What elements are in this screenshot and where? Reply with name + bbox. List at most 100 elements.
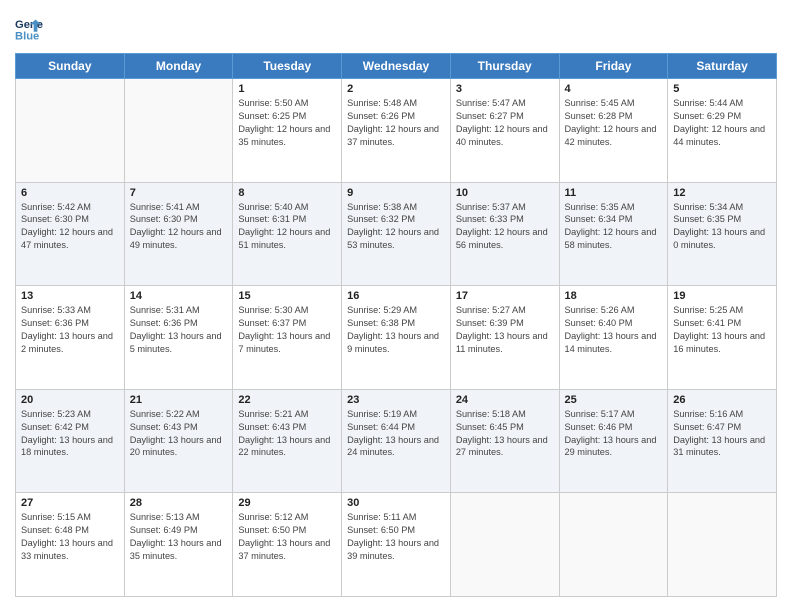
day-number: 2	[347, 83, 445, 95]
week-row-3: 13Sunrise: 5:33 AM Sunset: 6:36 PM Dayli…	[16, 286, 777, 390]
day-number: 27	[21, 497, 119, 509]
calendar-cell: 28 Sunrise: 5:13 AM Sunset: 6:49 PM Dayli…	[124, 493, 233, 597]
calendar-cell: 23 Sunrise: 5:19 AM Sunset: 6:44 PM Dayli…	[342, 389, 451, 493]
calendar-cell: 30 Sunrise: 5:11 AM Sunset: 6:50 PM Dayli…	[342, 493, 451, 597]
day-info: Sunrise: 5:11 AM Sunset: 6:50 PM Dayligh…	[347, 511, 445, 563]
day-number: 30	[347, 497, 445, 509]
header: General Blue	[15, 15, 777, 43]
calendar-cell: 10Sunrise: 5:37 AM Sunset: 6:33 PM Dayli…	[450, 182, 559, 286]
day-info: Sunrise: 5:35 AM Sunset: 6:34 PM Dayligh…	[565, 201, 663, 253]
day-header-saturday: Saturday	[668, 54, 777, 79]
calendar-cell: 16 Sunrise: 5:29 AM Sunset: 6:38 PM Dayli…	[342, 286, 451, 390]
calendar-cell: 29 Sunrise: 5:12 AM Sunset: 6:50 PM Dayli…	[233, 493, 342, 597]
day-info: Sunrise: 5:23 AM Sunset: 6:42 PM Dayligh…	[21, 408, 119, 460]
calendar-cell: 9 Sunrise: 5:38 AM Sunset: 6:32 PM Daylig…	[342, 182, 451, 286]
calendar-cell: 4 Sunrise: 5:45 AM Sunset: 6:28 PM Daylig…	[559, 79, 668, 183]
day-number: 22	[238, 394, 336, 406]
day-info: Sunrise: 5:30 AM Sunset: 6:37 PM Dayligh…	[238, 304, 336, 356]
calendar-cell: 18 Sunrise: 5:26 AM Sunset: 6:40 PM Dayli…	[559, 286, 668, 390]
calendar-cell	[450, 493, 559, 597]
day-number: 12	[673, 187, 771, 199]
week-row-5: 27 Sunrise: 5:15 AM Sunset: 6:48 PM Dayli…	[16, 493, 777, 597]
week-row-1: 1 Sunrise: 5:50 AM Sunset: 6:25 PM Daylig…	[16, 79, 777, 183]
logo: General Blue	[15, 15, 43, 43]
day-number: 8	[238, 187, 336, 199]
week-row-4: 20 Sunrise: 5:23 AM Sunset: 6:42 PM Dayli…	[16, 389, 777, 493]
page: General Blue SundayMondayTuesdayWednesda…	[0, 0, 792, 612]
day-number: 4	[565, 83, 663, 95]
day-info: Sunrise: 5:38 AM Sunset: 6:32 PM Dayligh…	[347, 201, 445, 253]
day-info: Sunrise: 5:34 AM Sunset: 6:35 PM Dayligh…	[673, 201, 771, 253]
day-number: 14	[130, 290, 228, 302]
calendar-cell: 20 Sunrise: 5:23 AM Sunset: 6:42 PM Dayli…	[16, 389, 125, 493]
calendar-cell	[16, 79, 125, 183]
day-info: Sunrise: 5:18 AM Sunset: 6:45 PM Dayligh…	[456, 408, 554, 460]
calendar-cell: 2 Sunrise: 5:48 AM Sunset: 6:26 PM Daylig…	[342, 79, 451, 183]
day-info: Sunrise: 5:17 AM Sunset: 6:46 PM Dayligh…	[565, 408, 663, 460]
day-number: 11	[565, 187, 663, 199]
day-number: 17	[456, 290, 554, 302]
calendar-cell: 8 Sunrise: 5:40 AM Sunset: 6:31 PM Daylig…	[233, 182, 342, 286]
calendar-cell: 25 Sunrise: 5:17 AM Sunset: 6:46 PM Dayli…	[559, 389, 668, 493]
svg-text:Blue: Blue	[15, 30, 39, 42]
day-number: 23	[347, 394, 445, 406]
calendar-cell: 13Sunrise: 5:33 AM Sunset: 6:36 PM Dayli…	[16, 286, 125, 390]
day-number: 26	[673, 394, 771, 406]
day-number: 6	[21, 187, 119, 199]
day-number: 15	[238, 290, 336, 302]
day-header-thursday: Thursday	[450, 54, 559, 79]
calendar-cell	[559, 493, 668, 597]
day-number: 13	[21, 290, 119, 302]
day-number: 1	[238, 83, 336, 95]
calendar-cell: 26Sunrise: 5:16 AM Sunset: 6:47 PM Dayli…	[668, 389, 777, 493]
calendar-cell: 27 Sunrise: 5:15 AM Sunset: 6:48 PM Dayli…	[16, 493, 125, 597]
day-info: Sunrise: 5:22 AM Sunset: 6:43 PM Dayligh…	[130, 408, 228, 460]
day-info: Sunrise: 5:25 AM Sunset: 6:41 PM Dayligh…	[673, 304, 771, 356]
day-info: Sunrise: 5:44 AM Sunset: 6:29 PM Dayligh…	[673, 97, 771, 149]
calendar-cell: 12 Sunrise: 5:34 AM Sunset: 6:35 PM Dayli…	[668, 182, 777, 286]
day-number: 29	[238, 497, 336, 509]
day-number: 28	[130, 497, 228, 509]
calendar-table: SundayMondayTuesdayWednesdayThursdayFrid…	[15, 53, 777, 597]
day-number: 20	[21, 394, 119, 406]
day-info: Sunrise: 5:50 AM Sunset: 6:25 PM Dayligh…	[238, 97, 336, 149]
day-info: Sunrise: 5:15 AM Sunset: 6:48 PM Dayligh…	[21, 511, 119, 563]
day-info: Sunrise: 5:26 AM Sunset: 6:40 PM Dayligh…	[565, 304, 663, 356]
calendar-cell: 3 Sunrise: 5:47 AM Sunset: 6:27 PM Daylig…	[450, 79, 559, 183]
day-info: Sunrise: 5:42 AM Sunset: 6:30 PM Dayligh…	[21, 201, 119, 253]
day-header-sunday: Sunday	[16, 54, 125, 79]
days-header-row: SundayMondayTuesdayWednesdayThursdayFrid…	[16, 54, 777, 79]
day-info: Sunrise: 5:48 AM Sunset: 6:26 PM Dayligh…	[347, 97, 445, 149]
day-number: 25	[565, 394, 663, 406]
day-number: 18	[565, 290, 663, 302]
day-number: 3	[456, 83, 554, 95]
day-number: 9	[347, 187, 445, 199]
calendar-cell: 5Sunrise: 5:44 AM Sunset: 6:29 PM Daylig…	[668, 79, 777, 183]
day-info: Sunrise: 5:19 AM Sunset: 6:44 PM Dayligh…	[347, 408, 445, 460]
day-header-wednesday: Wednesday	[342, 54, 451, 79]
calendar-cell: 21Sunrise: 5:22 AM Sunset: 6:43 PM Dayli…	[124, 389, 233, 493]
calendar-cell	[668, 493, 777, 597]
calendar-cell: 17 Sunrise: 5:27 AM Sunset: 6:39 PM Dayli…	[450, 286, 559, 390]
calendar-cell: 22Sunrise: 5:21 AM Sunset: 6:43 PM Dayli…	[233, 389, 342, 493]
day-number: 16	[347, 290, 445, 302]
day-number: 7	[130, 187, 228, 199]
day-info: Sunrise: 5:45 AM Sunset: 6:28 PM Dayligh…	[565, 97, 663, 149]
day-info: Sunrise: 5:13 AM Sunset: 6:49 PM Dayligh…	[130, 511, 228, 563]
calendar-cell: 11 Sunrise: 5:35 AM Sunset: 6:34 PM Dayli…	[559, 182, 668, 286]
calendar-cell: 24 Sunrise: 5:18 AM Sunset: 6:45 PM Dayli…	[450, 389, 559, 493]
day-number: 24	[456, 394, 554, 406]
calendar-cell: 19 Sunrise: 5:25 AM Sunset: 6:41 PM Dayli…	[668, 286, 777, 390]
day-info: Sunrise: 5:27 AM Sunset: 6:39 PM Dayligh…	[456, 304, 554, 356]
day-info: Sunrise: 5:47 AM Sunset: 6:27 PM Dayligh…	[456, 97, 554, 149]
day-header-friday: Friday	[559, 54, 668, 79]
day-info: Sunrise: 5:12 AM Sunset: 6:50 PM Dayligh…	[238, 511, 336, 563]
day-info: Sunrise: 5:40 AM Sunset: 6:31 PM Dayligh…	[238, 201, 336, 253]
day-header-tuesday: Tuesday	[233, 54, 342, 79]
day-number: 10	[456, 187, 554, 199]
day-number: 19	[673, 290, 771, 302]
day-info: Sunrise: 5:29 AM Sunset: 6:38 PM Dayligh…	[347, 304, 445, 356]
calendar-cell: 7Sunrise: 5:41 AM Sunset: 6:30 PM Daylig…	[124, 182, 233, 286]
calendar-cell: 1 Sunrise: 5:50 AM Sunset: 6:25 PM Daylig…	[233, 79, 342, 183]
svg-text:General: General	[15, 19, 43, 31]
